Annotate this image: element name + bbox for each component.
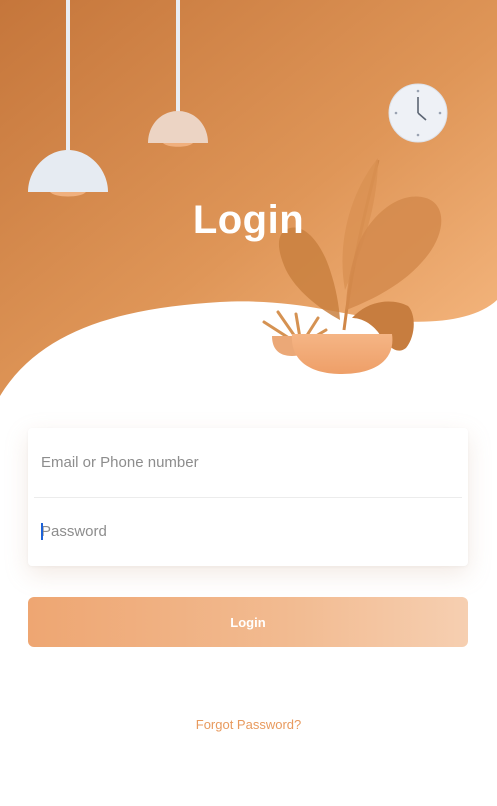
email-input[interactable] (41, 428, 451, 497)
password-field-row (28, 497, 468, 566)
password-input[interactable] (41, 497, 451, 566)
login-button[interactable]: Login (28, 597, 468, 647)
wall-clock-icon (388, 83, 448, 143)
text-cursor (41, 523, 43, 540)
email-field-row (28, 428, 468, 497)
login-form (28, 428, 468, 566)
page-title: Login (192, 198, 305, 242)
forgot-password-link[interactable]: Forgot Password? (0, 717, 497, 732)
